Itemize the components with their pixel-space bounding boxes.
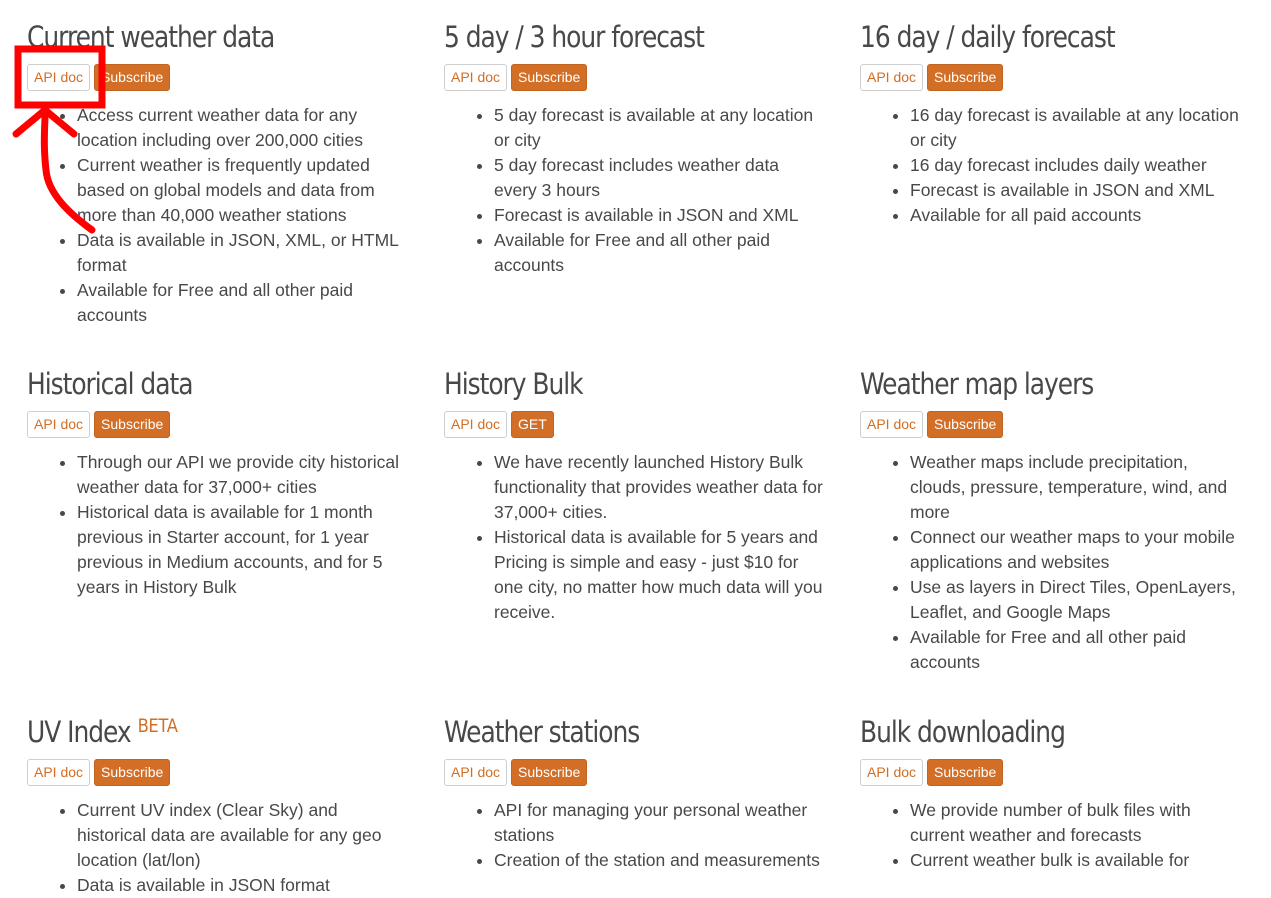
feature-list: API for managing your personal weather s… <box>444 798 824 873</box>
list-item: API for managing your personal weather s… <box>494 798 824 848</box>
card-title: Bulk downloading <box>860 715 1066 749</box>
list-item: We provide number of bulk files with cur… <box>910 798 1240 848</box>
list-item: We have recently launched History Bulk f… <box>494 450 824 525</box>
card-title: 5 day / 3 hour forecast <box>444 20 705 54</box>
list-item: Current weather is frequently updated ba… <box>77 153 407 228</box>
card-buttons: API doc Subscribe <box>27 411 171 438</box>
list-item: Forecast is available in JSON and XML <box>494 203 824 228</box>
list-item: Historical data is available for 5 years… <box>494 525 824 625</box>
get-button[interactable]: GET <box>511 411 554 438</box>
card-title: 16 day / daily forecast <box>860 20 1116 54</box>
card-buttons: API doc Subscribe <box>860 64 1004 91</box>
list-item: Current weather bulk is available for <box>910 848 1240 873</box>
list-item: Creation of the station and measurements <box>494 848 824 873</box>
card-buttons: API doc Subscribe <box>27 64 171 91</box>
list-item: 5 day forecast is available at any locat… <box>494 103 824 153</box>
feature-list: Through our API we provide city historic… <box>27 450 407 600</box>
api-doc-button[interactable]: API doc <box>444 411 508 438</box>
card-title: UV Index BETA <box>27 715 178 749</box>
list-item: Connect our weather maps to your mobile … <box>910 525 1240 575</box>
subscribe-button[interactable]: Subscribe <box>94 64 171 91</box>
card-buttons: API doc Subscribe <box>444 759 588 786</box>
subscribe-button[interactable]: Subscribe <box>94 411 171 438</box>
list-item: Data is available in JSON format <box>77 873 407 898</box>
subscribe-button[interactable]: Subscribe <box>94 759 171 786</box>
feature-list: 5 day forecast is available at any locat… <box>444 103 824 278</box>
api-doc-button[interactable]: API doc <box>860 411 924 438</box>
card-title: Weather map layers <box>860 367 1094 401</box>
subscribe-button[interactable]: Subscribe <box>511 64 588 91</box>
subscribe-button[interactable]: Subscribe <box>927 759 1004 786</box>
list-item: Historical data is available for 1 month… <box>77 500 407 600</box>
card-title: History Bulk <box>444 367 584 401</box>
subscribe-button[interactable]: Subscribe <box>927 411 1004 438</box>
feature-list: Weather maps include precipitation, clou… <box>860 450 1240 675</box>
list-item: Weather maps include precipitation, clou… <box>910 450 1240 525</box>
card-buttons: API doc GET <box>444 411 554 438</box>
list-item: Through our API we provide city historic… <box>77 450 407 500</box>
feature-list: Access current weather data for any loca… <box>27 103 407 328</box>
list-item: Current UV index (Clear Sky) and histori… <box>77 798 407 873</box>
feature-list: We provide number of bulk files with cur… <box>860 798 1240 873</box>
subscribe-button[interactable]: Subscribe <box>927 64 1004 91</box>
list-item: Available for Free and all other paid ac… <box>910 625 1240 675</box>
api-doc-button[interactable]: API doc <box>444 64 508 91</box>
api-doc-button[interactable]: API doc <box>860 759 924 786</box>
feature-list: We have recently launched History Bulk f… <box>444 450 824 625</box>
list-item: Available for Free and all other paid ac… <box>77 278 407 328</box>
api-doc-button[interactable]: API doc <box>27 411 91 438</box>
card-title: Weather stations <box>444 715 640 749</box>
list-item: Forecast is available in JSON and XML <box>910 178 1240 203</box>
list-item: Available for all paid accounts <box>910 203 1240 228</box>
list-item: Use as layers in Direct Tiles, OpenLayer… <box>910 575 1240 625</box>
beta-badge: BETA <box>137 715 178 737</box>
list-item: 16 day forecast is available at any loca… <box>910 103 1240 153</box>
list-item: 5 day forecast includes weather data eve… <box>494 153 824 203</box>
api-doc-button[interactable]: API doc <box>27 759 91 786</box>
api-doc-button[interactable]: API doc <box>860 64 924 91</box>
card-buttons: API doc Subscribe <box>860 411 1004 438</box>
card-buttons: API doc Subscribe <box>444 64 588 91</box>
feature-list: Current UV index (Clear Sky) and histori… <box>27 798 407 898</box>
card-title: Current weather data <box>27 20 275 54</box>
list-item: Available for Free and all other paid ac… <box>494 228 824 278</box>
card-title: Historical data <box>27 367 193 401</box>
list-item: Access current weather data for any loca… <box>77 103 407 153</box>
subscribe-button[interactable]: Subscribe <box>511 759 588 786</box>
card-buttons: API doc Subscribe <box>27 759 171 786</box>
feature-list: 16 day forecast is available at any loca… <box>860 103 1240 228</box>
card-buttons: API doc Subscribe <box>860 759 1004 786</box>
list-item: Data is available in JSON, XML, or HTML … <box>77 228 407 278</box>
api-doc-button[interactable]: API doc <box>27 64 91 91</box>
list-item: 16 day forecast includes daily weather <box>910 153 1240 178</box>
api-doc-button[interactable]: API doc <box>444 759 508 786</box>
